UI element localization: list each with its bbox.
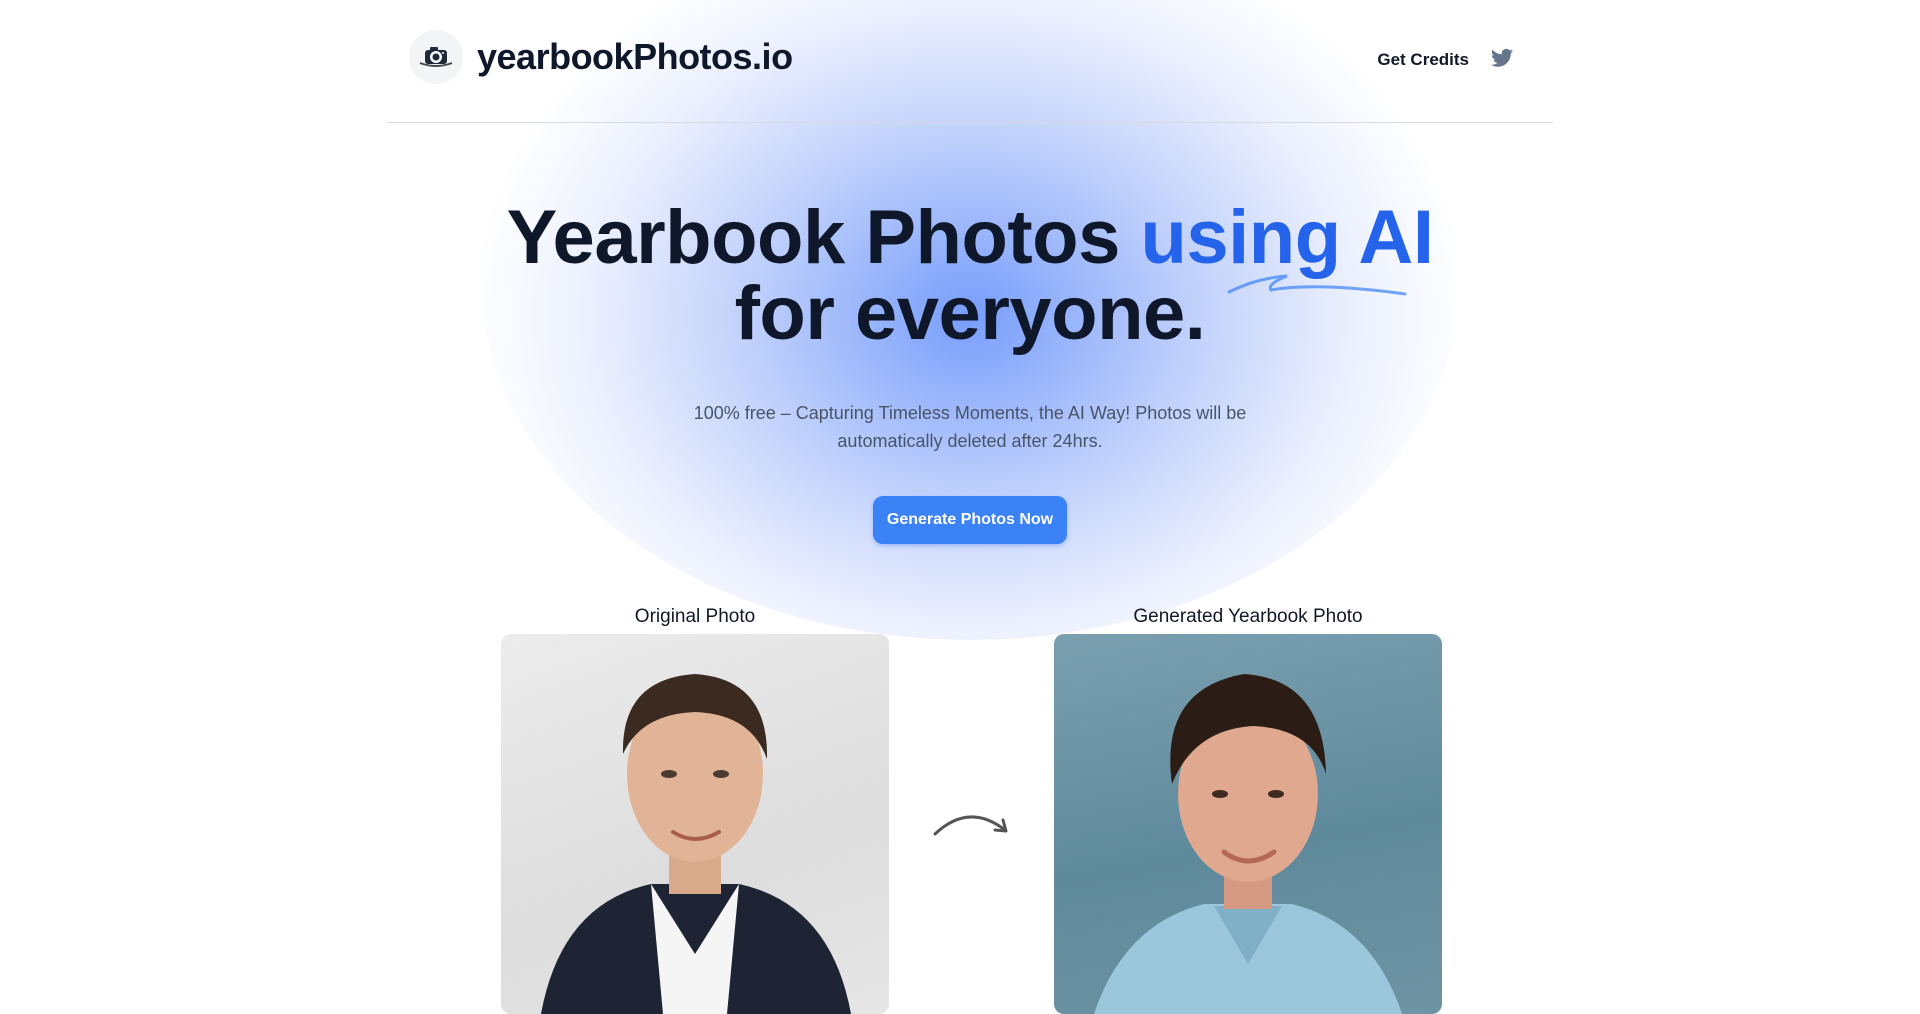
hero-title-part1: Yearbook Photos bbox=[506, 195, 1141, 280]
hero-subtitle: 100% free – Capturing Timeless Moments, … bbox=[693, 403, 1247, 451]
generated-yearbook-photo bbox=[1054, 634, 1442, 1014]
generate-photos-button[interactable]: Generate Photos Now bbox=[873, 496, 1067, 544]
get-credits-link[interactable]: Get Credits bbox=[1377, 50, 1469, 70]
original-photo bbox=[501, 634, 889, 1014]
twitter-icon[interactable] bbox=[1491, 48, 1515, 72]
generated-photo-label: Generated Yearbook Photo bbox=[1133, 606, 1363, 627]
site-header: yearbookPhotos.io Get Credits bbox=[387, 0, 1553, 123]
squiggle-underline-icon bbox=[1227, 274, 1407, 296]
page-container: yearbookPhotos.io Get Credits Yearbook P… bbox=[387, 0, 1553, 1014]
camera-icon bbox=[409, 30, 463, 84]
original-photo-label: Original Photo bbox=[634, 606, 756, 627]
arrow-card bbox=[920, 765, 1022, 875]
logo-link[interactable]: yearbookPhotos.io bbox=[409, 30, 793, 84]
hero-title-part2: for everyone. bbox=[734, 271, 1206, 356]
header-nav: Get Credits bbox=[1377, 48, 1515, 72]
curved-arrow-right-icon bbox=[933, 815, 1008, 836]
site-name: yearbookPhotos.io bbox=[477, 36, 793, 77]
